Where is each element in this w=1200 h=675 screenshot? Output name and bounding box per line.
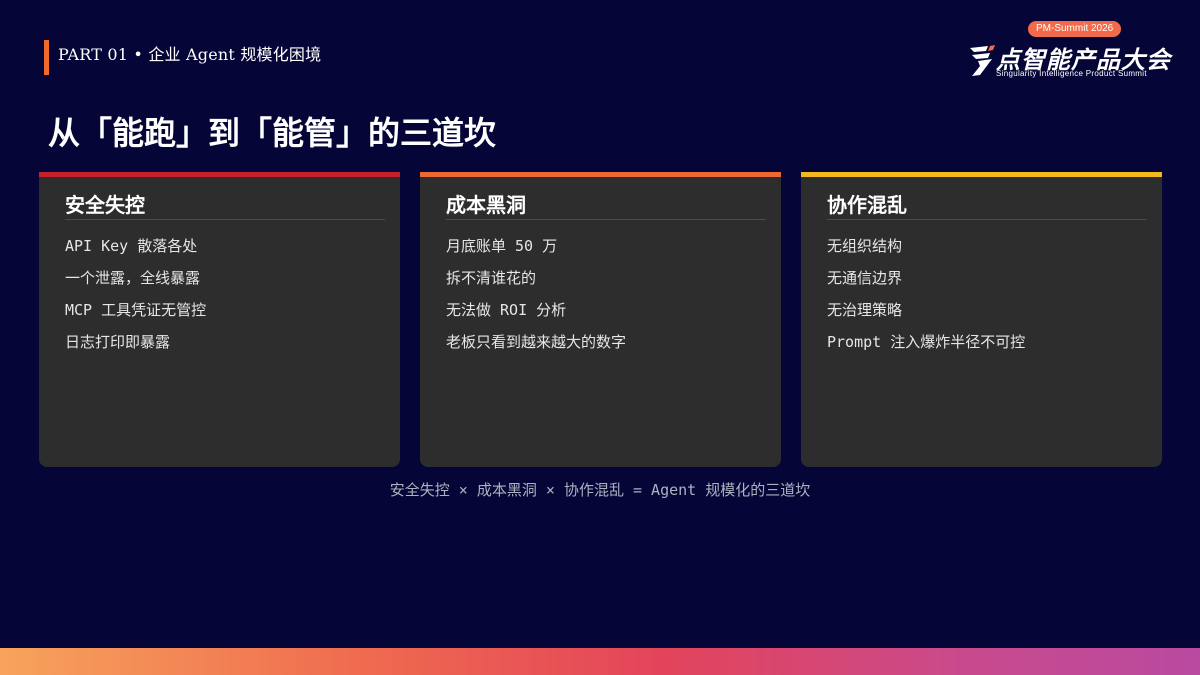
card-title: 协作混乱 <box>827 193 907 217</box>
logo-badge: PM-Summit 2026 <box>1028 21 1122 37</box>
part-label: PART 01 • 企业 Agent 规模化困境 <box>58 45 322 64</box>
list-item: 无组织结构 <box>827 237 903 255</box>
card-divider <box>65 219 385 220</box>
list-item: 无通信边界 <box>827 269 903 287</box>
card-cost: 成本黑洞 月底账单 50 万 拆不清谁花的 无法做 ROI 分析 老板只看到越来… <box>420 172 781 467</box>
card-accent-stripe <box>420 172 781 177</box>
card-item-list: API Key 散落各处 一个泄露，全线暴露 MCP 工具凭证无管控 日志打印即… <box>65 230 206 358</box>
part-accent-bar <box>44 40 49 75</box>
logo-subtitle: Singularity Intelligence Product Summit <box>996 69 1147 78</box>
list-item: 无治理策略 <box>827 301 903 319</box>
card-security: 安全失控 API Key 散落各处 一个泄露，全线暴露 MCP 工具凭证无管控 … <box>39 172 400 467</box>
list-item: API Key 散落各处 <box>65 237 198 255</box>
card-collaboration: 协作混乱 无组织结构 无通信边界 无治理策略 Prompt 注入爆炸半径不可控 <box>801 172 1162 467</box>
list-item: 无法做 ROI 分析 <box>446 301 567 319</box>
list-item: 拆不清谁花的 <box>446 269 537 287</box>
card-accent-stripe <box>801 172 1162 177</box>
list-item: 月底账单 50 万 <box>446 237 558 255</box>
summit-mark-icon <box>970 45 995 76</box>
card-divider <box>446 219 766 220</box>
bottom-gradient-bar <box>0 648 1200 675</box>
card-title: 成本黑洞 <box>446 193 526 217</box>
list-item: 日志打印即暴露 <box>65 333 171 351</box>
list-item: 一个泄露，全线暴露 <box>65 269 201 287</box>
card-item-list: 月底账单 50 万 拆不清谁花的 无法做 ROI 分析 老板只看到越来越大的数字 <box>446 230 626 358</box>
list-item: MCP 工具凭证无管控 <box>65 301 207 319</box>
page-title: 从「能跑」到「能管」的三道坎 <box>48 114 497 152</box>
summary-formula: 安全失控 × 成本黑洞 × 协作混乱 = Agent 规模化的三道坎 <box>389 481 811 499</box>
list-item: 老板只看到越来越大的数字 <box>446 333 627 351</box>
card-divider <box>827 219 1147 220</box>
summit-logo: PM-Summit 2026 点智能产品大会 Singularity Intel… <box>962 20 1178 82</box>
card-title: 安全失控 <box>65 193 145 217</box>
list-item: Prompt 注入爆炸半径不可控 <box>827 333 1026 351</box>
card-accent-stripe <box>39 172 400 177</box>
card-item-list: 无组织结构 无通信边界 无治理策略 Prompt 注入爆炸半径不可控 <box>827 230 1025 358</box>
